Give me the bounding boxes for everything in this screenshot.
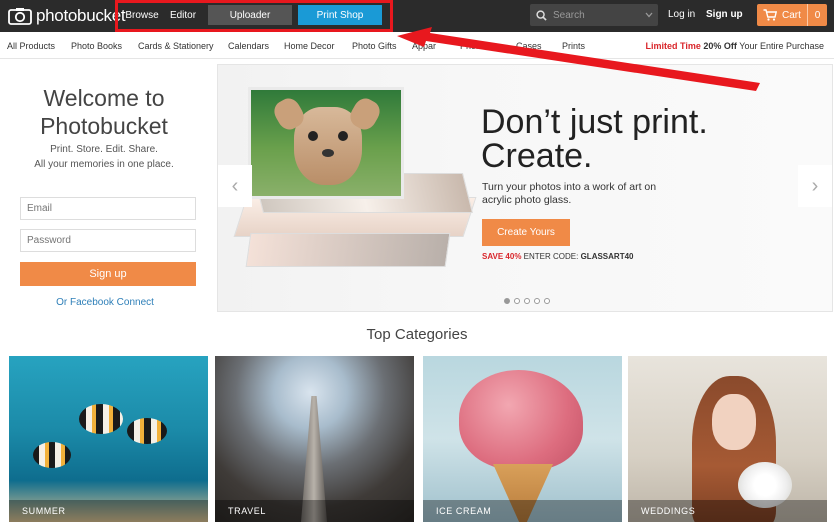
password-field[interactable] [20,229,196,252]
email-field[interactable] [20,197,196,220]
subnav-cards-stationery[interactable]: Cards & Stationery [138,41,214,51]
carousel-dot[interactable] [514,298,520,304]
category-label: TRAVEL [215,500,414,522]
chevron-left-icon: ‹ [231,174,239,197]
chevron-right-icon: › [811,174,819,197]
carousel-dot[interactable] [544,298,550,304]
search-input[interactable] [553,9,639,21]
product-nav: All Products Photo Books Cards & Station… [0,32,834,59]
carousel-prev-button[interactable]: ‹ [218,165,252,207]
hero-banner: ‹ › Don’t just print. Create. Turn your … [217,64,833,312]
category-label: ICE CREAM [423,500,622,522]
cart-count: 0 [807,4,827,26]
category-label: WEDDINGS [628,500,827,522]
category-label: SUMMER [9,500,208,522]
enter-code-label: ENTER CODE: [523,252,579,261]
banner-description: Turn your photos into a work of art on a… [482,181,657,206]
logo-text: photobucket [36,6,126,25]
welcome-title-line2: Photobucket [40,113,168,139]
cart-label: Cart [782,9,801,21]
welcome-tagline: Print. Store. Edit. Share. [50,144,158,155]
banner-headline-line1: Don’t just print. [481,103,708,141]
banner-headline-line2: Create. [481,137,593,175]
chevron-down-icon[interactable] [645,12,653,18]
subnav-photo-books[interactable]: Photo Books [71,41,122,51]
promo-code: SAVE 40% ENTER CODE: GLASSART40 [482,252,633,261]
search-box[interactable] [530,4,658,26]
carousel-dot[interactable] [524,298,530,304]
promo-code-value: GLASSART40 [580,252,634,261]
banner-headline: Don’t just print. Create. [481,105,708,173]
camera-logo-icon [8,8,32,25]
logo[interactable]: photobucket [8,5,126,27]
promo-text[interactable]: Limited Time 20% Off Your Entire Purchas… [646,41,824,51]
welcome-subtitle: Print. Store. Edit. Share. All your memo… [0,142,208,172]
subnav-home-decor[interactable]: Home Decor [284,41,335,51]
carousel-dot[interactable] [534,298,540,304]
subnav-phone[interactable]: Phone [460,41,486,51]
promo-rest: Your Entire Purchase [739,41,824,51]
category-tile-ice-cream[interactable]: ICE CREAM [423,356,622,522]
subnav-prints[interactable]: Prints [562,41,585,51]
save-percent: SAVE 40% [482,252,522,261]
acrylic-prints-image [218,65,477,313]
category-tile-summer[interactable]: SUMMER [9,356,208,522]
login-link[interactable]: Log in [668,9,695,20]
carousel-dots [504,298,550,304]
search-icon [536,9,547,21]
welcome-title-line1: Welcome to [43,85,165,111]
category-tile-weddings[interactable]: WEDDINGS [628,356,827,522]
create-yours-button[interactable]: Create Yours [482,219,570,246]
promo-limited: Limited Time [645,41,701,51]
subnav-apparel[interactable]: Appar [412,41,436,51]
welcome-title: Welcome to Photobucket [0,84,208,140]
signup-link[interactable]: Sign up [706,9,743,20]
cart-icon [763,9,777,21]
facebook-connect-link[interactable]: Or Facebook Connect [0,297,210,308]
welcome-panel: Welcome to Photobucket Print. Store. Edi… [0,60,214,314]
subnav-calendars[interactable]: Calendars [228,41,269,51]
top-categories-title: Top Categories [366,326,468,343]
subnav-photo-gifts[interactable]: Photo Gifts [352,41,397,51]
subnav-cases[interactable]: Cases [516,41,542,51]
subnav-all-products[interactable]: All Products [7,41,55,51]
annotation-highlight-box [115,0,393,32]
promo-discount: 20% Off [703,41,737,51]
cart-button[interactable]: Cart 0 [757,4,827,26]
signup-button[interactable]: Sign up [20,262,196,286]
category-tile-travel[interactable]: TRAVEL [215,356,414,522]
carousel-dot[interactable] [504,298,510,304]
carousel-next-button[interactable]: › [798,165,832,207]
welcome-description: All your memories in one place. [34,159,174,170]
